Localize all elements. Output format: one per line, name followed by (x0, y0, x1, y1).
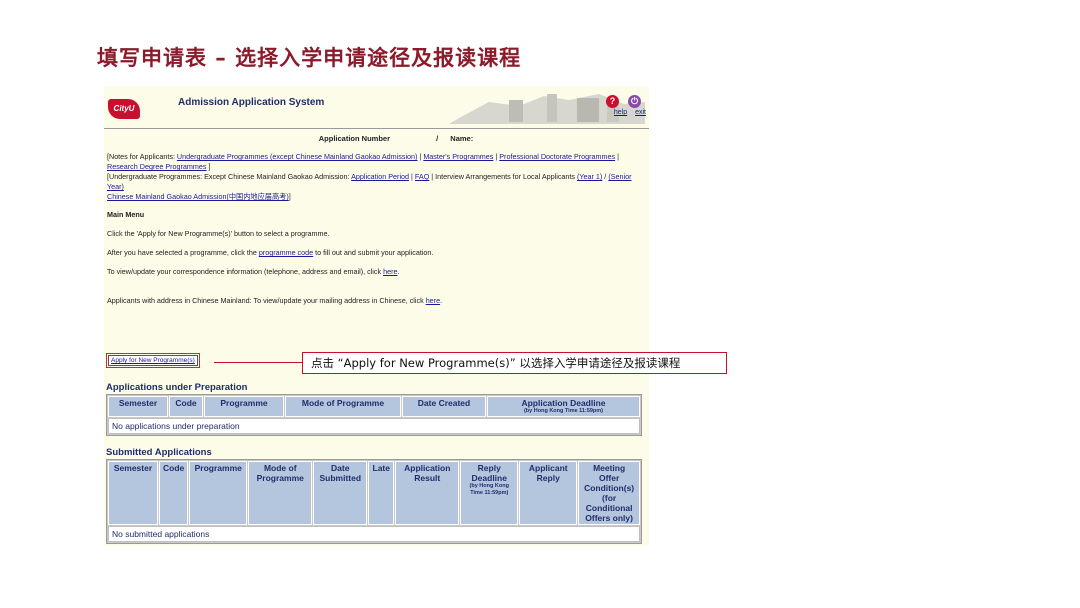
research-degree-link[interactable]: Research Degree Programmes (107, 162, 206, 171)
line2-suffix: to fill out and submit your application. (313, 248, 434, 257)
table-row: No applications under preparation (108, 418, 640, 434)
table-header-row: Semester Code Programme Mode of Programm… (108, 461, 640, 525)
system-title: Admission Application System (178, 97, 325, 108)
col-code: Code (159, 461, 189, 525)
faq-link[interactable]: FAQ (415, 172, 429, 181)
main-content: Application Number / Name: [Notes for Ap… (107, 130, 645, 315)
line3-suffix: . (397, 267, 400, 276)
exit-icon[interactable]: ⏻ (628, 95, 641, 108)
line3-prefix: To view/update your correspondence infor… (107, 267, 384, 276)
notes-for-applicants: [Notes for Applicants: Undergraduate Pro… (107, 152, 645, 202)
reply-deadline-note: (by Hong Kong Time 11:59pm) (469, 483, 509, 496)
under-preparation-title: Applications under Preparation (106, 382, 248, 393)
table-row: No submitted applications (108, 526, 640, 542)
year1-link[interactable]: (Year 1) (577, 172, 602, 181)
application-number-label: Application Number (318, 134, 391, 143)
col-programme: Programme (189, 461, 248, 525)
instruction-line-2: After you have selected a programme, cli… (107, 248, 645, 258)
line2-prefix: After you have selected a programme, cli… (107, 248, 259, 257)
application-info: Application Number / Name: (107, 134, 645, 144)
col-application-result: Application Result (395, 461, 460, 525)
programme-code-link[interactable]: programme code (259, 248, 313, 257)
help-icon[interactable]: ? (606, 95, 619, 108)
col-application-deadline: Application Deadline (by Hong Kong Time 1… (487, 396, 640, 417)
interview-text: | Interview Arrangements for Local Appli… (429, 172, 577, 181)
line4-prefix: Applicants with address in Chinese Mainl… (107, 296, 426, 305)
deadline-note: (by Hong Kong Time 11:59pm) (523, 408, 604, 414)
callout-box: 点击 “Apply for New Programme(s)” 以选择入学申请途… (302, 352, 727, 374)
ug-programmes-link[interactable]: Undergraduate Programmes (except Chinese… (177, 152, 418, 161)
separator: / (436, 134, 439, 143)
col-mode: Mode of Programme (285, 396, 401, 417)
col-mode: Mode of Programme (248, 461, 313, 525)
empty-message: No submitted applications (108, 526, 640, 542)
cityu-logo: CityU (108, 99, 140, 119)
instruction-line-1: Click the 'Apply for New Programme(s)' b… (107, 229, 330, 238)
col-semester: Semester (108, 396, 168, 417)
col-date-created: Date Created (402, 396, 486, 417)
col-late: Late (368, 461, 395, 525)
exit-link[interactable]: exit (635, 109, 646, 116)
notes-suffix: ] (206, 162, 211, 171)
col-date-submitted: Date Submitted (313, 461, 368, 525)
professional-doctorate-link[interactable]: Professional Doctorate Programmes (499, 152, 615, 161)
mailing-address-here-link[interactable]: here (426, 296, 440, 305)
col-reply-deadline: Reply Deadline (by Hong Kong Time 11:59pm… (460, 461, 519, 525)
instruction-line-3: To view/update your correspondence infor… (107, 267, 645, 277)
help-link[interactable]: help (614, 109, 627, 116)
callout-connector (214, 362, 302, 363)
reply-deadline-label: Reply Deadline (471, 463, 507, 483)
instruction-line-4: Applicants with address in Chinese Mainl… (107, 296, 645, 306)
apply-new-programme-button[interactable]: Apply for New Programme(s) (106, 353, 200, 368)
application-period-link[interactable]: Application Period (351, 172, 409, 181)
submitted-applications-table: Semester Code Programme Mode of Programm… (106, 459, 642, 544)
col-programme: Programme (204, 396, 284, 417)
col-code: Code (169, 396, 203, 417)
correspondence-here-link[interactable]: here (383, 267, 397, 276)
main-menu-title: Main Menu (107, 210, 145, 219)
table-header-row: Semester Code Programme Mode of Programm… (108, 396, 640, 417)
empty-message: No applications under preparation (108, 418, 640, 434)
submitted-applications-title: Submitted Applications (106, 447, 212, 458)
line4-suffix: . (440, 296, 443, 305)
col-semester: Semester (108, 461, 158, 525)
gaokao-admission-link[interactable]: Chinese Mainland Gaokao Admission(中国内地应届… (107, 192, 289, 201)
system-header: CityU Admission Application System ? ⏻ h… (104, 86, 649, 129)
notes-close: ] (288, 192, 291, 201)
header-links: help exit (608, 109, 646, 116)
deadline-label: Application Deadline (521, 398, 606, 408)
masters-programmes-link[interactable]: Master's Programmes (423, 152, 493, 161)
slide-title: 填写申请表 – 选择入学申请途径及报读课程 (97, 46, 522, 70)
col-meeting-offer-conditions: Meeting Offer Condition(s) (for Conditio… (578, 461, 640, 525)
sep: | (615, 152, 619, 161)
ug-notes-prefix: [Undergraduate Programmes: Except Chines… (107, 172, 352, 181)
notes-prefix: [Notes for Applicants: (107, 152, 177, 161)
col-applicant-reply: Applicant Reply (519, 461, 578, 525)
name-label: Name: (450, 134, 474, 143)
under-preparation-table: Semester Code Programme Mode of Programm… (106, 394, 642, 436)
